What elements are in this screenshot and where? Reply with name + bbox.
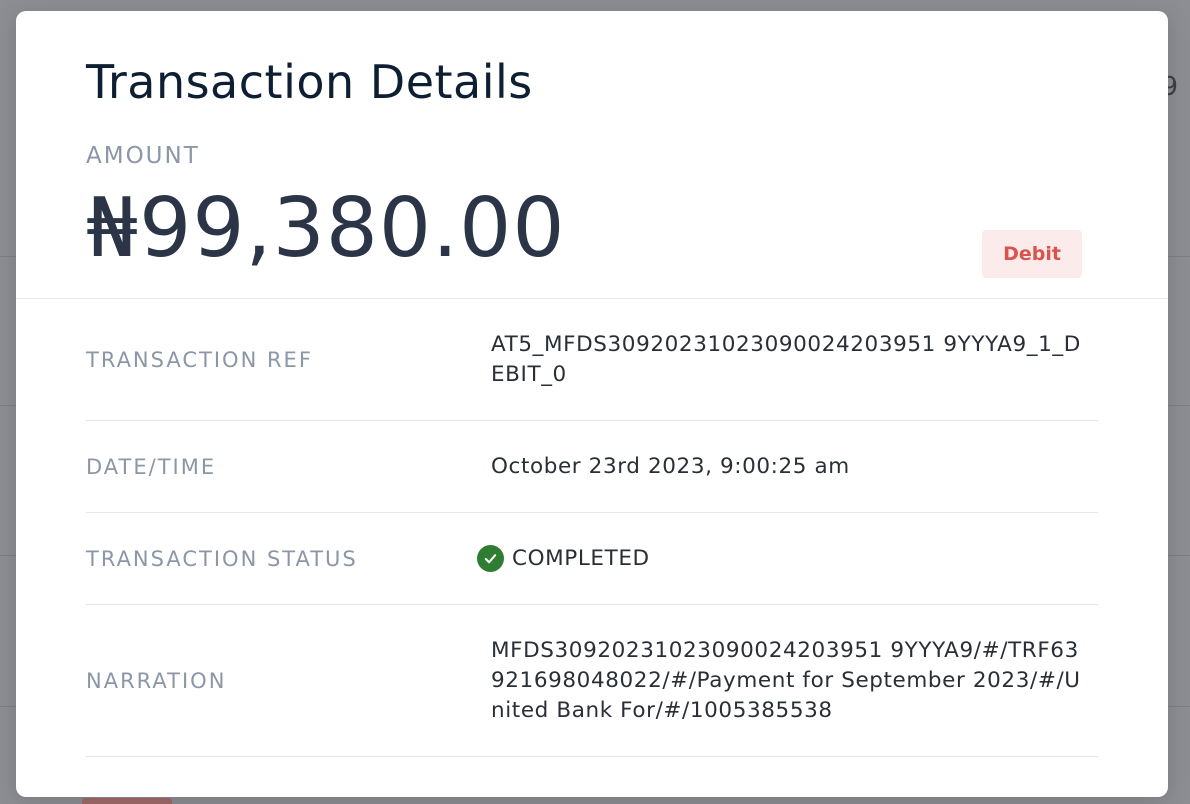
detail-row-narration: NARRATION MFDS30920231023090024203951 9Y… (86, 605, 1098, 757)
details-list: TRANSACTION REF AT5_MFDS3092023102309002… (86, 299, 1098, 757)
narration-value: MFDS30920231023090024203951 9YYYA9/#/TRF… (491, 637, 1081, 723)
date-time-value: October 23rd 2023, 9:00:25 am (491, 453, 850, 479)
detail-label: TRANSACTION STATUS (86, 546, 358, 571)
detail-label: TRANSACTION REF (86, 347, 313, 372)
detail-row-transaction-ref: TRANSACTION REF AT5_MFDS3092023102309002… (86, 299, 1098, 421)
transaction-type-badge: Debit (982, 230, 1082, 278)
check-circle-icon (477, 545, 504, 572)
transaction-ref-value: AT5_MFDS30920231023090024203951 9YYYA9_1… (491, 331, 1081, 387)
transaction-details-modal: Transaction Details AMOUNT ₦99,380.00 De… (16, 11, 1168, 797)
background-peek-element (82, 798, 172, 804)
transaction-status-value: COMPLETED (477, 544, 1098, 574)
detail-row-transaction-status: TRANSACTION STATUS COMPLETED (86, 513, 1098, 605)
status-text: COMPLETED (512, 545, 650, 571)
amount-value: ₦99,380.00 (86, 181, 566, 276)
detail-row-date-time: DATE/TIME October 23rd 2023, 9:00:25 am (86, 421, 1098, 513)
detail-label: NARRATION (86, 668, 227, 693)
amount-label: AMOUNT (86, 143, 200, 169)
detail-label: DATE/TIME (86, 454, 217, 479)
modal-title: Transaction Details (86, 55, 533, 109)
status-indicator: COMPLETED (477, 544, 1090, 574)
